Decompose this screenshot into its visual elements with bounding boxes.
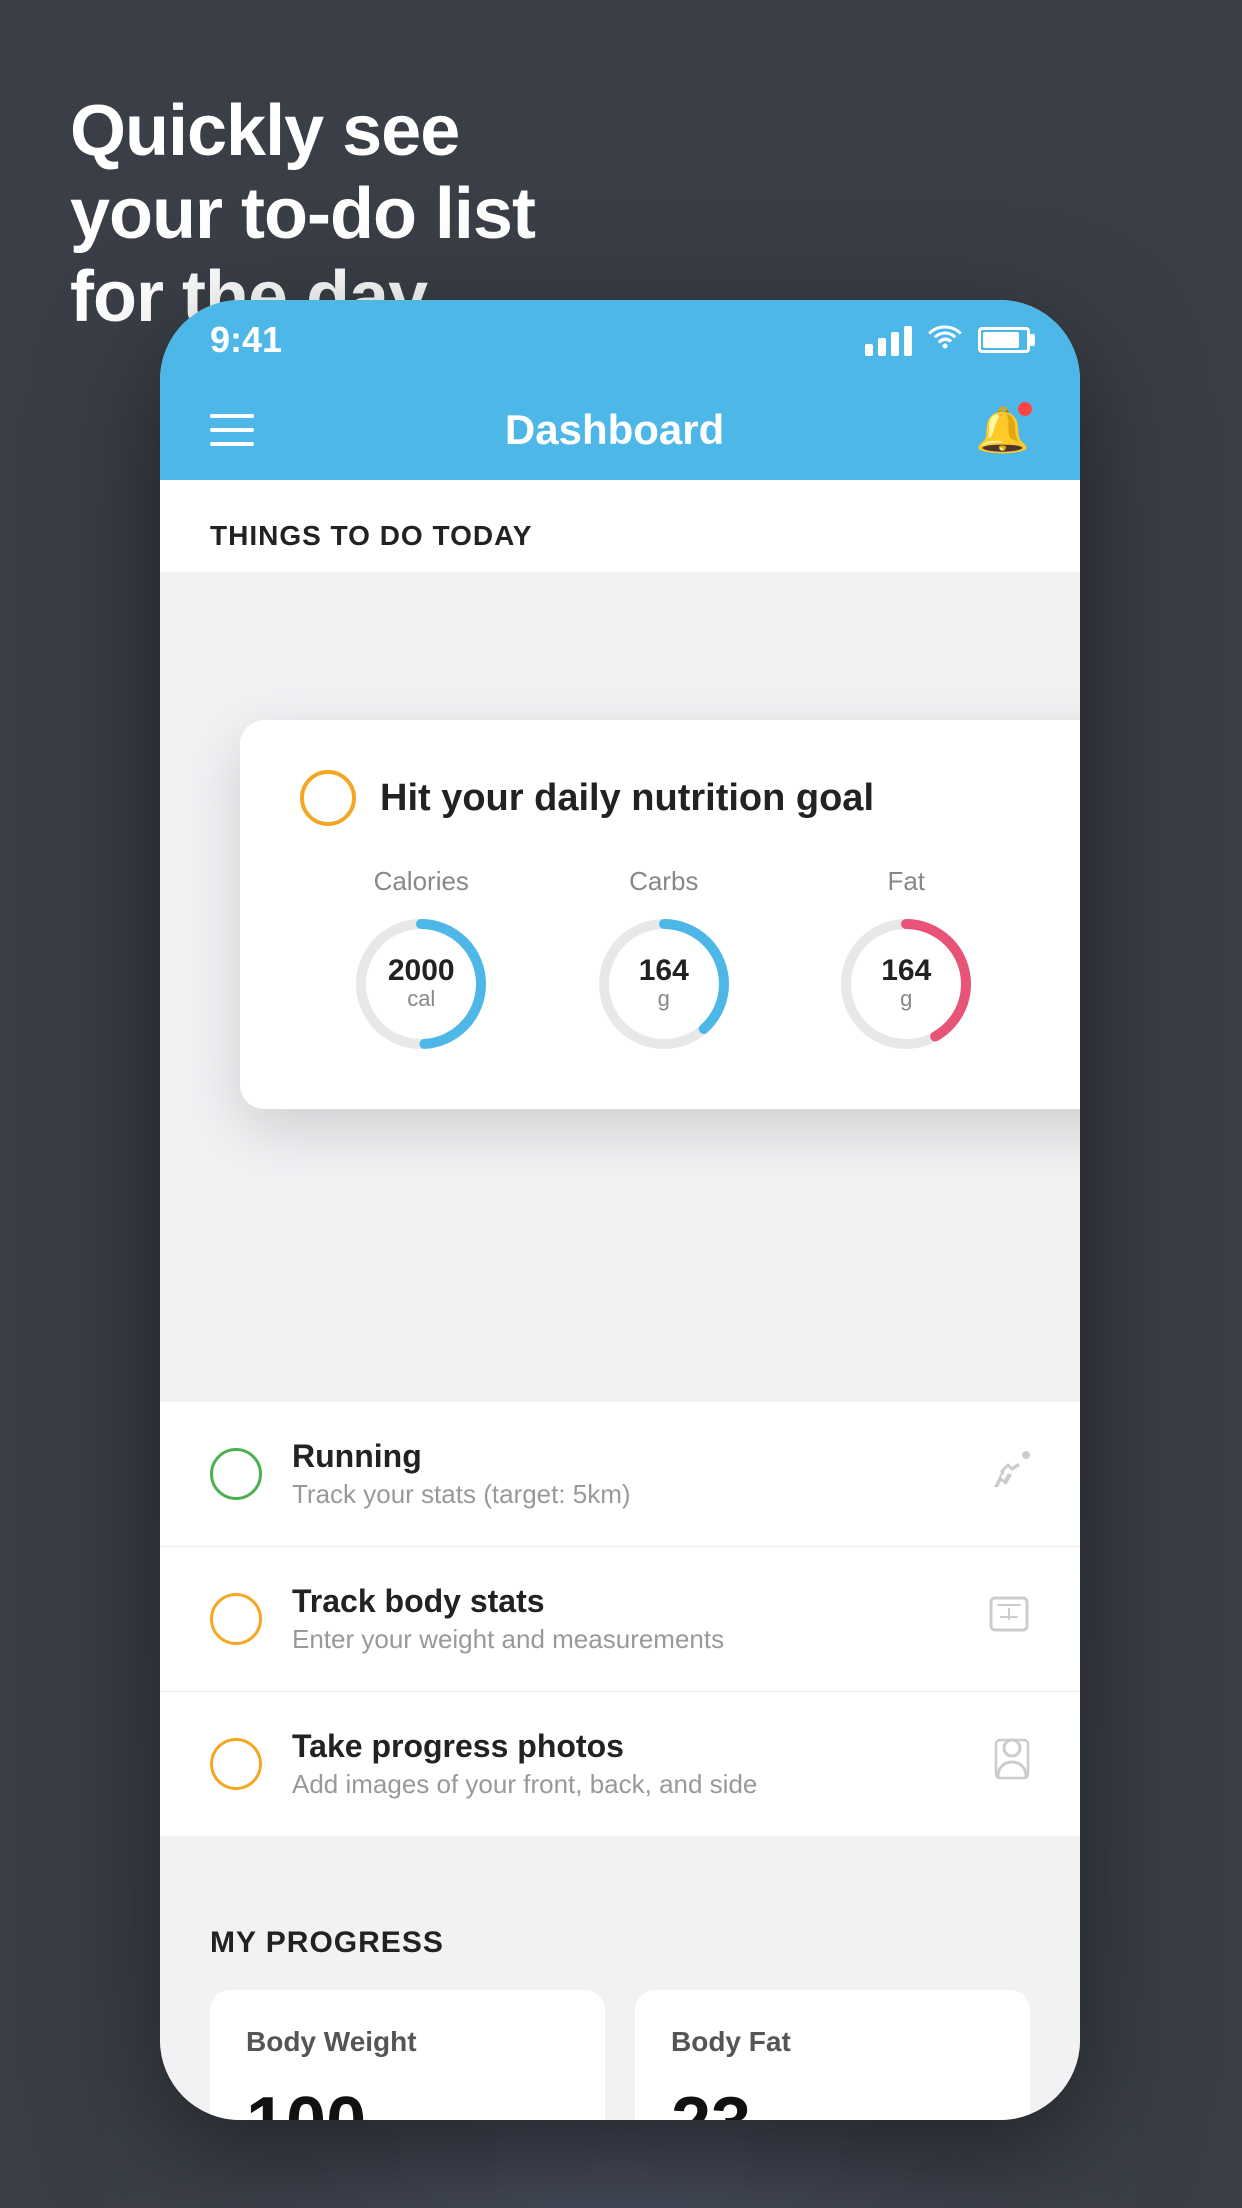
- headline-line1: Quickly see: [70, 91, 459, 171]
- body-weight-value: 100: [246, 2082, 366, 2120]
- body-fat-value: 23: [671, 2082, 751, 2120]
- nutrition-circles: Calories 2000 cal Carbs: [300, 866, 1080, 1059]
- carbs-ring: 164 g: [589, 909, 739, 1059]
- carbs-label: Carbs: [629, 866, 698, 897]
- headline-line2: your to-do list: [70, 174, 535, 254]
- nutrition-card-title: Hit your daily nutrition goal: [380, 777, 874, 820]
- nav-bar: Dashboard 🔔: [160, 380, 1080, 480]
- nutrient-carbs: Carbs 164 g: [589, 866, 739, 1059]
- progress-cards: Body Weight 100 kg Body Fat 23 %: [210, 1990, 1030, 2120]
- body-fat-card-title: Body Fat: [671, 2026, 994, 2058]
- nav-title: Dashboard: [505, 406, 724, 454]
- nutrition-check-circle[interactable]: [300, 770, 356, 826]
- status-icons: [865, 323, 1030, 357]
- running-icon: [988, 1451, 1030, 1497]
- battery-icon: [978, 327, 1030, 353]
- photos-check-circle[interactable]: [210, 1738, 262, 1790]
- calories-label: Calories: [374, 866, 469, 897]
- signal-icon: [865, 324, 912, 356]
- photos-sub: Add images of your front, back, and side: [292, 1769, 964, 1800]
- photos-name: Take progress photos: [292, 1728, 964, 1765]
- body-stats-check-circle[interactable]: [210, 1593, 262, 1645]
- carbs-unit: g: [658, 986, 670, 1012]
- calories-unit: cal: [407, 986, 435, 1012]
- status-bar: 9:41: [160, 300, 1080, 380]
- person-icon: [994, 1738, 1030, 1790]
- calories-value: 2000: [388, 956, 455, 986]
- fat-ring: 164 g: [831, 909, 981, 1059]
- body-weight-card: Body Weight 100 kg: [210, 1990, 605, 2120]
- notification-bell-button[interactable]: 🔔: [975, 404, 1030, 456]
- things-to-do-header: THINGS TO DO TODAY: [160, 480, 1080, 572]
- scale-icon: [988, 1595, 1030, 1643]
- fat-value: 164: [881, 956, 931, 986]
- protein-ring: 164 g: [1074, 909, 1080, 1059]
- progress-title: MY PROGRESS: [210, 1926, 1030, 1960]
- body-stats-sub: Enter your weight and measurements: [292, 1624, 958, 1655]
- nutrition-card: Hit your daily nutrition goal Calories 2…: [240, 720, 1080, 1109]
- phone-shell: 9:41 Dashboard 🔔: [160, 300, 1080, 2120]
- progress-section: MY PROGRESS Body Weight 100 kg Body Fat: [160, 1876, 1080, 2120]
- things-to-do-title: THINGS TO DO TODAY: [210, 520, 532, 551]
- body-stats-name: Track body stats: [292, 1583, 958, 1620]
- body-fat-card: Body Fat 23 %: [635, 1990, 1030, 2120]
- calories-ring: 2000 cal: [346, 909, 496, 1059]
- body-weight-card-title: Body Weight: [246, 2026, 569, 2058]
- notification-dot: [1016, 400, 1034, 418]
- todo-item-running[interactable]: Running Track your stats (target: 5km): [160, 1402, 1080, 1547]
- running-sub: Track your stats (target: 5km): [292, 1479, 958, 1510]
- nutrient-fat: Fat 164 g: [831, 866, 981, 1059]
- nutrient-calories: Calories 2000 cal: [346, 866, 496, 1059]
- todo-item-photos[interactable]: Take progress photos Add images of your …: [160, 1692, 1080, 1836]
- running-name: Running: [292, 1438, 958, 1475]
- nutrient-protein: ★ Protein 164 g: [1074, 866, 1080, 1059]
- running-check-circle[interactable]: [210, 1448, 262, 1500]
- fat-unit: g: [900, 986, 912, 1012]
- todo-item-body-stats[interactable]: Track body stats Enter your weight and m…: [160, 1547, 1080, 1692]
- carbs-value: 164: [639, 956, 689, 986]
- hamburger-menu[interactable]: [210, 414, 254, 446]
- fat-label: Fat: [887, 866, 925, 897]
- status-time: 9:41: [210, 319, 282, 361]
- todo-list: Running Track your stats (target: 5km) T…: [160, 1402, 1080, 1836]
- wifi-icon: [928, 323, 962, 357]
